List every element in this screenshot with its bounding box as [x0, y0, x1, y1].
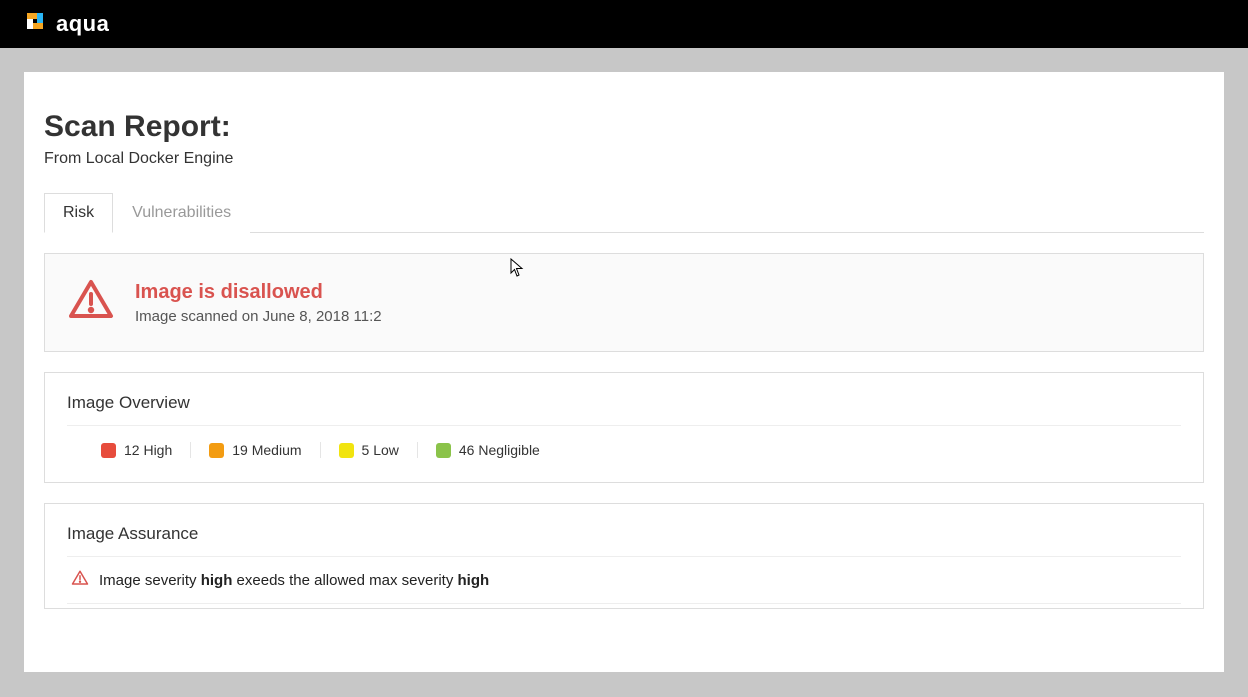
severity-row: 12 High 19 Medium 5 Low 46 Negligible: [67, 426, 1181, 462]
topbar: aqua: [0, 0, 1248, 48]
report-card: Scan Report: From Local Docker Engine Ri…: [24, 72, 1224, 672]
severity-item: 12 High: [83, 442, 190, 458]
assurance-message: Image severity high exeeds the allowed m…: [67, 557, 1181, 604]
severity-swatch: [209, 443, 224, 458]
status-panel: Image is disallowed Image scanned on Jun…: [44, 253, 1204, 352]
severity-label: 19 Medium: [232, 442, 301, 458]
severity-swatch: [101, 443, 116, 458]
status-title: Image is disallowed: [135, 281, 382, 304]
severity-label: 12 High: [124, 442, 172, 458]
status-scanned-date: June 8, 2018 11:2: [263, 308, 382, 325]
page-subtitle: From Local Docker Engine: [44, 150, 1204, 168]
status-text-block: Image is disallowed Image scanned on Jun…: [135, 281, 382, 325]
status-scanned: Image scanned on June 8, 2018 11:2: [135, 308, 382, 325]
overview-title: Image Overview: [67, 393, 1181, 413]
severity-label: 5 Low: [362, 442, 399, 458]
tabs: Risk Vulnerabilities: [44, 192, 1204, 233]
assurance-title: Image Assurance: [67, 524, 1181, 544]
aqua-logo-icon: [24, 10, 48, 39]
severity-label: 46 Negligible: [459, 442, 540, 458]
severity-item: 19 Medium: [190, 442, 319, 458]
page-title: Scan Report:: [44, 110, 1204, 144]
assurance-sev-allowed: high: [458, 572, 490, 589]
tab-vulnerabilities[interactable]: Vulnerabilities: [113, 193, 250, 233]
warning-triangle-icon: [71, 569, 89, 591]
assurance-panel: Image Assurance Image severity high exee…: [44, 503, 1204, 609]
status-scanned-prefix: Image scanned on: [135, 308, 263, 325]
severity-swatch: [436, 443, 451, 458]
assurance-sev-actual: high: [201, 572, 233, 589]
severity-item: 5 Low: [320, 442, 417, 458]
severity-swatch: [339, 443, 354, 458]
tab-risk[interactable]: Risk: [44, 193, 113, 233]
assurance-text: Image severity high exeeds the allowed m…: [99, 572, 489, 589]
brand-name: aqua: [56, 11, 109, 37]
severity-item: 46 Negligible: [417, 442, 558, 458]
overview-panel: Image Overview 12 High 19 Medium 5 Low 46 N…: [44, 372, 1204, 483]
warning-triangle-icon: [67, 276, 115, 329]
page-body: Scan Report: From Local Docker Engine Ri…: [0, 48, 1248, 672]
brand-logo: aqua: [24, 10, 109, 39]
assurance-prefix: Image severity: [99, 572, 201, 589]
assurance-mid: exeeds the allowed max severity: [232, 572, 457, 589]
